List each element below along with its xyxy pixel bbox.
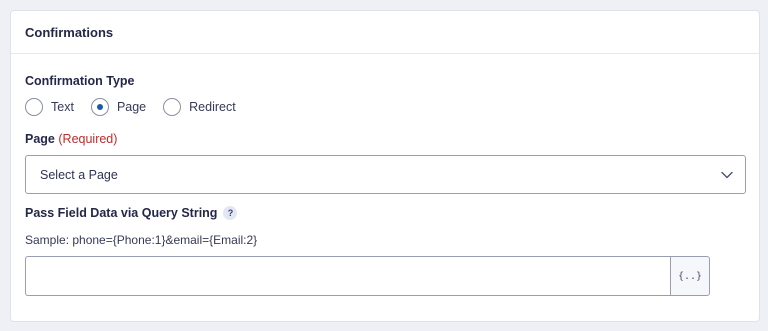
radio-redirect-circle[interactable]	[163, 98, 182, 116]
page-select[interactable]: Select a Page	[25, 155, 746, 194]
query-string-sample: Sample: phone={Phone:1}&email={Email:2}	[25, 233, 258, 247]
radio-redirect-label[interactable]: Redirect	[189, 100, 236, 114]
radio-page[interactable]: Page	[90, 98, 146, 116]
radio-page-label[interactable]: Page	[117, 100, 146, 114]
query-string-label-row: Pass Field Data via Query String ?	[25, 206, 238, 220]
merge-tag-icon: {..}	[677, 270, 703, 282]
radio-text[interactable]: Text	[25, 98, 74, 116]
confirmation-type-label: Confirmation Type	[25, 74, 135, 88]
query-string-label: Pass Field Data via Query String	[25, 206, 218, 220]
page-select-value: Select a Page	[40, 167, 118, 182]
panel-title: Confirmations	[11, 11, 759, 54]
confirmations-panel: Confirmations Confirmation Type Text Pag…	[10, 10, 760, 322]
radio-text-label[interactable]: Text	[51, 100, 74, 114]
help-icon[interactable]: ?	[223, 206, 238, 220]
query-string-field-row: {..}	[25, 256, 710, 296]
chevron-down-icon	[721, 171, 733, 178]
confirmation-type-radio-group: Text Page Redirect	[25, 98, 253, 116]
query-string-input[interactable]	[25, 256, 670, 296]
page-field-label: Page (Required)	[25, 132, 117, 146]
merge-tag-button[interactable]: {..}	[670, 256, 710, 296]
page-label-text: Page	[25, 132, 55, 146]
required-indicator: (Required)	[58, 132, 118, 146]
radio-text-circle[interactable]	[25, 98, 43, 116]
radio-page-selected-dot	[96, 104, 103, 110]
radio-redirect[interactable]: Redirect	[163, 98, 236, 116]
radio-page-circle[interactable]	[90, 98, 109, 116]
